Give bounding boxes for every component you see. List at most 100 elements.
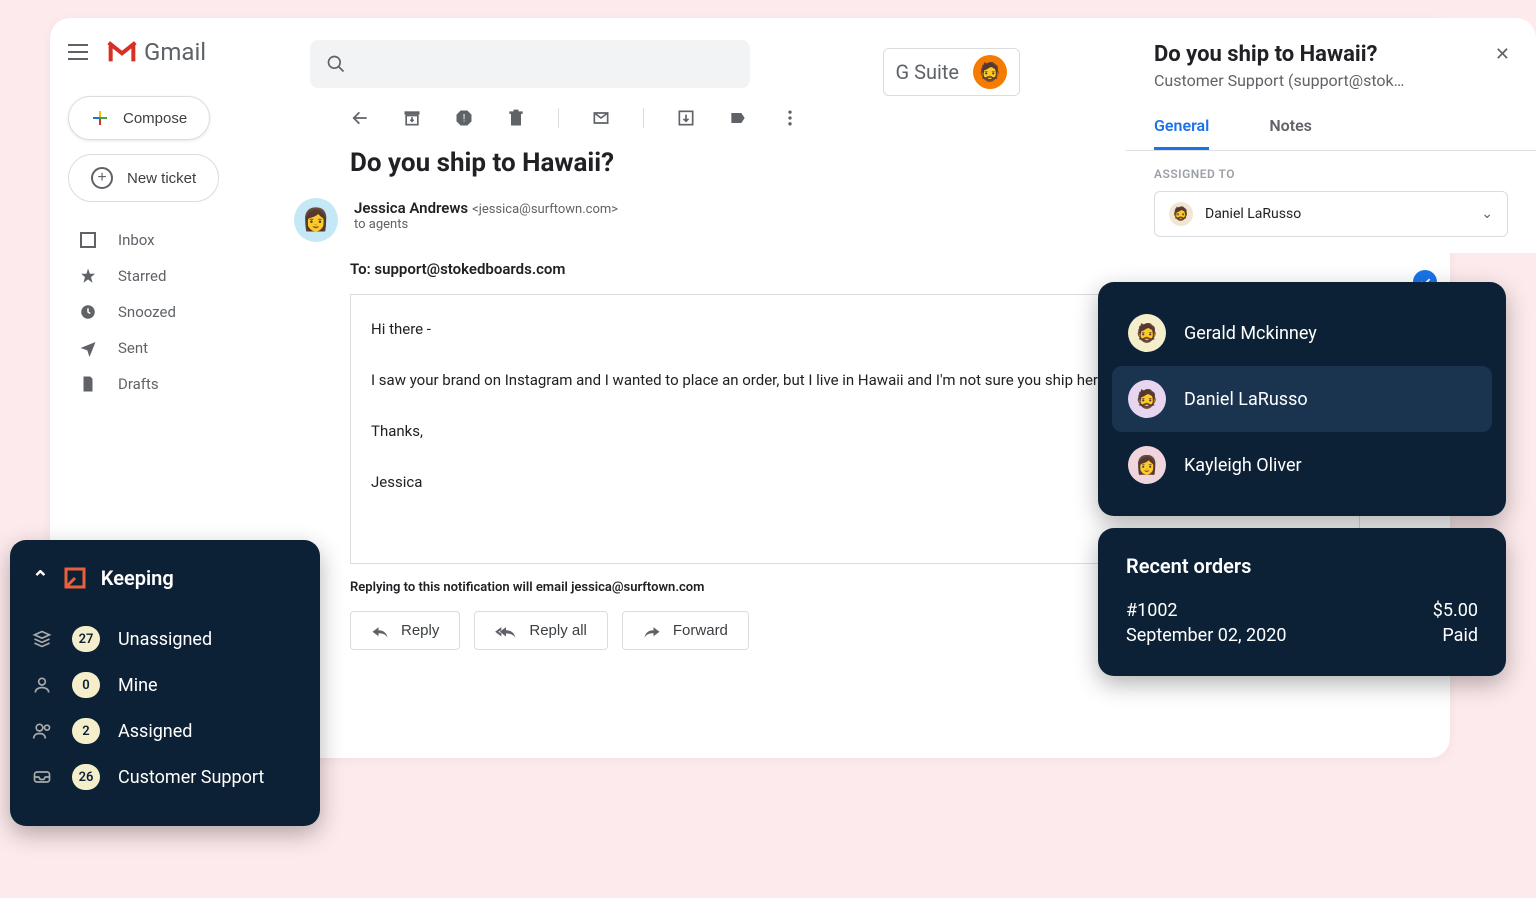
compose-button[interactable]: Compose xyxy=(68,96,210,140)
nav-label: Starred xyxy=(118,267,166,285)
sidebar-label: Mine xyxy=(118,675,158,696)
new-ticket-label: New ticket xyxy=(127,170,196,187)
assigned-value: Daniel LaRusso xyxy=(1205,206,1301,222)
to-line: To: support@stokedboards.com xyxy=(350,260,1360,278)
gmail-logo-text: Gmail xyxy=(144,38,206,66)
circle-plus-icon: + xyxy=(91,167,113,189)
sidebar-item-unassigned[interactable]: 27 Unassigned xyxy=(32,616,298,662)
sender-email: <jessica@surftown.com> xyxy=(472,202,618,217)
forward-label: Forward xyxy=(673,622,728,639)
markread-icon[interactable] xyxy=(591,108,611,128)
menu-icon[interactable] xyxy=(68,44,88,60)
sidebar-label: Unassigned xyxy=(118,629,212,650)
archive-icon[interactable] xyxy=(402,108,422,128)
send-icon xyxy=(78,338,98,358)
user-icon xyxy=(32,675,54,695)
sender-avatar: 👩 xyxy=(294,198,338,242)
assignee-name: Gerald Mckinney xyxy=(1184,323,1317,344)
panel-title: Do you ship to Hawaii? xyxy=(1154,42,1508,67)
count-badge: 27 xyxy=(72,626,100,652)
clock-icon xyxy=(78,302,98,322)
stack-icon xyxy=(32,629,54,649)
sidebar-label: Customer Support xyxy=(118,767,264,788)
tab-general[interactable]: General xyxy=(1154,116,1209,150)
forward-icon xyxy=(643,624,661,638)
assignee-name: Kayleigh Oliver xyxy=(1184,455,1302,476)
compose-label: Compose xyxy=(123,110,187,127)
sidebar-item-customer-support[interactable]: 26 Customer Support xyxy=(32,754,298,800)
reply-label: Reply xyxy=(401,622,439,639)
spam-icon[interactable]: ! xyxy=(454,108,474,128)
keeping-title: Keeping xyxy=(101,566,174,590)
order-status: Paid xyxy=(1442,625,1478,646)
inbox-icon xyxy=(78,230,98,250)
forward-button[interactable]: Forward xyxy=(622,611,749,650)
users-icon xyxy=(32,721,54,741)
user-avatar[interactable]: 🧔 xyxy=(973,55,1007,89)
assignee-name: Daniel LaRusso xyxy=(1184,389,1308,410)
sidebar-item-assigned[interactable]: 2 Assigned xyxy=(32,708,298,754)
avatar-icon: 🧔 xyxy=(1128,380,1166,418)
assignee-avatar-icon: 🧔 xyxy=(1169,202,1193,226)
star-icon xyxy=(78,266,98,286)
nav-label: Inbox xyxy=(118,231,155,249)
order-date: September 02, 2020 xyxy=(1126,625,1286,646)
back-icon[interactable] xyxy=(350,108,370,128)
nav-inbox[interactable]: Inbox xyxy=(68,222,310,258)
to-agents: to agents xyxy=(354,217,618,232)
plus-icon xyxy=(91,109,109,127)
assignee-option-selected[interactable]: 🧔 Daniel LaRusso xyxy=(1112,366,1492,432)
gsuite-label: G Suite xyxy=(896,60,960,84)
order-amount: $5.00 xyxy=(1433,600,1478,621)
reply-icon xyxy=(371,624,389,638)
count-badge: 0 xyxy=(72,672,100,698)
nav-sent[interactable]: Sent xyxy=(68,330,310,366)
tab-notes[interactable]: Notes xyxy=(1269,116,1312,150)
assigned-dropdown[interactable]: 🧔 Daniel LaRusso ⌄ xyxy=(1154,191,1508,237)
count-badge: 26 xyxy=(72,764,100,790)
gmail-logo: Gmail xyxy=(106,38,206,66)
chevron-down-icon: ⌄ xyxy=(1481,206,1493,222)
nav-label: Snoozed xyxy=(118,303,176,321)
svg-text:!: ! xyxy=(463,113,466,124)
reply-all-label: Reply all xyxy=(529,622,587,639)
assignee-option[interactable]: 👩 Kayleigh Oliver xyxy=(1112,432,1492,498)
file-icon xyxy=(78,374,98,394)
chevron-up-icon[interactable]: ⌃ xyxy=(32,566,49,590)
recent-orders-card: Recent orders #1002 $5.00 September 02, … xyxy=(1098,528,1506,676)
nav-label: Sent xyxy=(118,339,148,357)
moveto-icon[interactable] xyxy=(676,108,696,128)
keeping-logo-icon xyxy=(63,566,87,590)
reply-all-button[interactable]: Reply all xyxy=(474,611,608,650)
nav-snoozed[interactable]: Snoozed xyxy=(68,294,310,330)
sidebar-label: Assigned xyxy=(118,721,192,742)
assigned-to-label: ASSIGNED TO xyxy=(1154,167,1508,181)
nav-starred[interactable]: Starred xyxy=(68,258,310,294)
close-icon[interactable]: ✕ xyxy=(1495,44,1510,65)
label-icon[interactable] xyxy=(728,108,748,128)
new-ticket-button[interactable]: + New ticket xyxy=(68,154,219,202)
assignee-option[interactable]: 🧔 Gerald Mckinney xyxy=(1112,300,1492,366)
inbox-icon xyxy=(32,767,54,787)
orders-title: Recent orders xyxy=(1126,554,1478,578)
count-badge: 2 xyxy=(72,718,100,744)
order-id: #1002 xyxy=(1126,600,1178,621)
sidebar-item-mine[interactable]: 0 Mine xyxy=(32,662,298,708)
panel-subtitle: Customer Support (support@stok… xyxy=(1154,71,1508,90)
gmail-m-icon xyxy=(106,40,138,64)
more-icon[interactable] xyxy=(780,108,800,128)
avatar-icon: 👩 xyxy=(1128,446,1166,484)
keeping-panel: ✕ Do you ship to Hawaii? Customer Suppor… xyxy=(1126,18,1536,253)
reply-button[interactable]: Reply xyxy=(350,611,460,650)
reply-all-icon xyxy=(495,624,517,638)
delete-icon[interactable] xyxy=(506,108,526,128)
nav-label: Drafts xyxy=(118,375,159,393)
search-input[interactable] xyxy=(310,40,750,88)
sender-name: Jessica Andrews xyxy=(354,199,468,217)
search-icon xyxy=(326,54,346,74)
avatar-icon: 🧔 xyxy=(1128,314,1166,352)
gsuite-badge[interactable]: G Suite 🧔 xyxy=(883,48,1021,96)
keeping-sidebar: ⌃ Keeping 27 Unassigned 0 Mine 2 Assigne… xyxy=(10,540,320,826)
assignee-popup: 🧔 Gerald Mckinney 🧔 Daniel LaRusso 👩 Kay… xyxy=(1098,282,1506,516)
nav-drafts[interactable]: Drafts xyxy=(68,366,310,402)
